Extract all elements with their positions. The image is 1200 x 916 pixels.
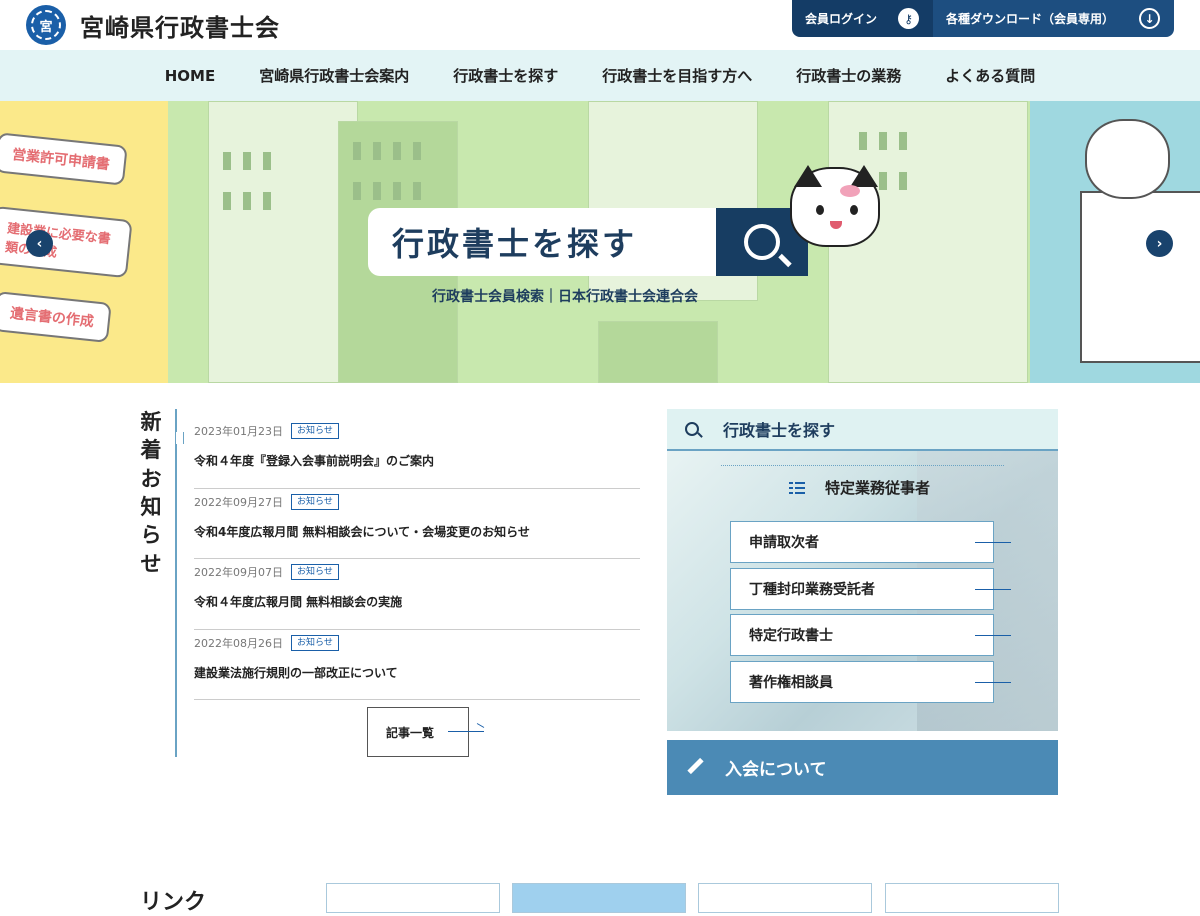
- news-date: 2022年09月27日: [194, 495, 283, 509]
- link-banner[interactable]: [326, 883, 500, 913]
- member-buttons: 会員ログイン ⚷ 各種ダウンロード（会員専用） ↓: [792, 0, 1174, 37]
- news-item[interactable]: 2022年09月27日 お知らせ 令和4年度広報月間 無料相談会について・会場変…: [194, 489, 640, 559]
- panel-divider: [721, 465, 1004, 466]
- links-section-title: リンク: [140, 890, 207, 915]
- news-title-link[interactable]: 令和4年度広報月間 無料相談会について・会場変更のお知らせ: [194, 523, 640, 540]
- arrow-right-icon: [975, 682, 1011, 683]
- membership-button[interactable]: 入会について: [667, 740, 1058, 795]
- panel-subtitle: 特定業務従事者: [825, 479, 931, 497]
- membership-label: 入会について: [725, 760, 827, 780]
- download-label: 各種ダウンロード（会員専用）: [946, 12, 1115, 26]
- specialist-link-specified[interactable]: 特定行政書士: [730, 614, 994, 656]
- global-nav: HOME 宮崎県行政書士会案内 行政書士を探す 行政書士を目指す方へ 行政書士の…: [0, 50, 1200, 101]
- member-login-button[interactable]: 会員ログイン ⚷: [792, 0, 933, 37]
- nav-item-faq[interactable]: よくある質問: [923, 65, 1057, 86]
- news-section-title: 新着お知らせ: [140, 410, 162, 576]
- hero-banner-subtitle: 行政書士会員検索｜日本行政書士会連合会: [432, 289, 698, 305]
- hero-banner-title[interactable]: 行政書士を探す: [368, 208, 718, 276]
- nav-item-aspiring[interactable]: 行政書士を目指す方へ: [580, 65, 774, 86]
- pen-icon: [687, 757, 704, 775]
- search-icon: [685, 422, 699, 436]
- link-banner[interactable]: [512, 883, 686, 913]
- arrow-right-icon: [975, 589, 1011, 590]
- magnifier-icon: [744, 224, 780, 260]
- slider-next-button[interactable]: ›: [1146, 230, 1173, 257]
- arrow-right-icon: [448, 731, 484, 732]
- hero-slider[interactable]: 営業許可申請書 建設業に必要な書類の作成 遺言書の作成 行政書士を探す 行政書士…: [0, 101, 1200, 383]
- news-item[interactable]: 2022年08月26日 お知らせ 建設業法施行規則の一部改正について: [194, 630, 640, 700]
- specialist-link-immigration[interactable]: 申請取次者: [730, 521, 994, 563]
- search-specialist-panel: 行政書士を探す 特定業務従事者 申請取次者 丁種封印業務受託者 特定行政書士 著…: [667, 409, 1058, 731]
- member-login-label: 会員ログイン: [805, 12, 878, 26]
- panel-title[interactable]: 行政書士を探す: [667, 409, 1058, 451]
- news-category-badge: お知らせ: [291, 634, 339, 651]
- logo-emblem: 宮: [31, 10, 61, 40]
- news-divider: [175, 409, 177, 757]
- nav-item-search[interactable]: 行政書士を探す: [431, 65, 580, 86]
- association-logo[interactable]: 宮: [26, 5, 66, 45]
- news-category-badge: お知らせ: [291, 564, 339, 580]
- key-icon: ⚷: [898, 8, 919, 29]
- cloud-download-icon: ↓: [1139, 8, 1160, 29]
- news-date: 2023年01月23日: [194, 425, 283, 438]
- speech-bubble: 建設業に必要な書類の作成: [0, 205, 133, 279]
- link-banner[interactable]: [698, 883, 872, 913]
- slider-prev-button[interactable]: ‹: [26, 230, 53, 257]
- news-archive-button[interactable]: 記事一覧: [367, 707, 469, 757]
- site-header: 宮 宮崎県行政書士会 会員ログイン ⚷ 各種ダウンロード（会員専用） ↓: [0, 0, 1200, 50]
- specialist-link-copyright[interactable]: 著作権相談員: [730, 661, 994, 703]
- nav-item-services[interactable]: 行政書士の業務: [774, 65, 923, 86]
- nav-item-home[interactable]: HOME: [143, 67, 237, 85]
- download-button[interactable]: 各種ダウンロード（会員専用） ↓: [933, 0, 1174, 37]
- nav-item-about[interactable]: 宮崎県行政書士会案内: [237, 65, 431, 86]
- news-title-link[interactable]: 令和４年度『登録入会事前説明会』のご案内: [194, 452, 640, 469]
- news-list: 2023年01月23日 お知らせ 令和４年度『登録入会事前説明会』のご案内 20…: [194, 418, 640, 700]
- specialist-link-seal[interactable]: 丁種封印業務受託者: [730, 568, 994, 610]
- arrow-right-icon: [975, 542, 1011, 543]
- building-illustration: [598, 321, 718, 383]
- news-item[interactable]: 2023年01月23日 お知らせ 令和４年度『登録入会事前説明会』のご案内: [194, 418, 640, 489]
- building-illustration: [208, 101, 358, 383]
- link-banner[interactable]: [885, 883, 1059, 913]
- list-icon: [789, 481, 805, 494]
- cat-mascot-illustration: [780, 157, 890, 277]
- news-item[interactable]: 2022年09月07日 お知らせ 令和４年度広報月間 無料相談会の実施: [194, 559, 640, 630]
- news-title-link[interactable]: 令和４年度広報月間 無料相談会の実施: [194, 593, 640, 610]
- news-date: 2022年09月07日: [194, 566, 283, 579]
- news-category-badge: お知らせ: [291, 493, 339, 510]
- speech-bubble: 営業許可申請書: [0, 132, 128, 186]
- news-date: 2022年08月26日: [194, 636, 283, 650]
- arrow-right-icon: [975, 635, 1011, 636]
- speech-bubble: 遺言書の作成: [0, 291, 112, 343]
- news-title-link[interactable]: 建設業法施行規則の一部改正について: [194, 664, 640, 681]
- signboard-illustration: [1080, 191, 1200, 363]
- cat-mascot-illustration: [1085, 119, 1170, 199]
- news-category-badge: お知らせ: [291, 423, 339, 439]
- news-divider-notch: [176, 432, 184, 444]
- site-title[interactable]: 宮崎県行政書士会: [80, 8, 280, 43]
